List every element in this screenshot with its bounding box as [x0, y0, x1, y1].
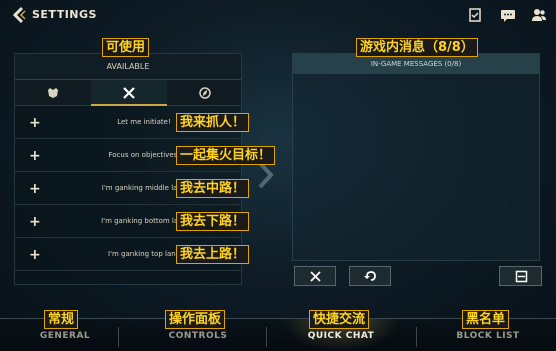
- nav-annotation: 快捷交流: [309, 310, 370, 329]
- nav-annotation: 操作面板: [165, 310, 226, 329]
- undo-button[interactable]: [349, 266, 391, 286]
- nav-divider: [118, 327, 119, 347]
- friends-icon[interactable]: [531, 7, 547, 23]
- row-annotation: 一起集火目标！: [176, 146, 276, 165]
- plus-icon[interactable]: +: [29, 148, 41, 164]
- plus-icon[interactable]: +: [29, 115, 41, 131]
- tab-quick-chat[interactable]: QUICK CHAT: [306, 331, 376, 341]
- tab-controls[interactable]: CONTROLS: [166, 331, 230, 341]
- plus-icon[interactable]: +: [29, 181, 41, 197]
- back-arrow-icon[interactable]: [10, 6, 28, 24]
- checklist-icon[interactable]: [467, 7, 483, 23]
- remove-button[interactable]: [294, 266, 336, 286]
- save-button[interactable]: [499, 266, 542, 286]
- nav-divider: [416, 327, 417, 347]
- tab-defense[interactable]: [15, 80, 91, 106]
- messages-title: IN-GAME MESSAGES (0/8): [370, 60, 462, 68]
- category-tabs: [15, 80, 241, 106]
- tab-general[interactable]: GENERAL: [38, 331, 92, 341]
- helmet-icon: [48, 88, 58, 98]
- crossed-swords-icon: [123, 87, 135, 99]
- tab-strategy[interactable]: [167, 80, 243, 106]
- tab-attack[interactable]: [91, 80, 167, 106]
- row-annotation: 我来抓人！: [176, 113, 250, 132]
- nav-annotation: 黑名单: [462, 310, 510, 329]
- undo-icon: [364, 271, 376, 281]
- row-annotation: 我去上路！: [176, 245, 250, 264]
- page-title: SETTINGS: [32, 8, 97, 21]
- row-annotation: 我去中路！: [176, 179, 250, 198]
- close-icon: [310, 271, 321, 282]
- nav-divider: [266, 327, 267, 347]
- in-game-messages-panel: IN-GAME MESSAGES (0/8): [292, 53, 540, 261]
- row-annotation: 我去下路！: [176, 212, 250, 231]
- available-header: AVAILABLE: [15, 54, 241, 80]
- save-icon: [515, 270, 528, 283]
- chat-icon[interactable]: [500, 7, 516, 23]
- nav-annotation: 常规: [44, 310, 79, 329]
- messages-annotation: 游戏内消息（8/8）: [356, 38, 478, 57]
- plus-icon[interactable]: +: [29, 214, 41, 230]
- available-title: AVAILABLE: [106, 62, 150, 71]
- messages-header: IN-GAME MESSAGES (0/8): [293, 54, 539, 74]
- top-bar: SETTINGS: [0, 0, 556, 30]
- plus-icon[interactable]: +: [29, 247, 41, 263]
- compass-icon: [199, 87, 211, 99]
- tab-block-list[interactable]: BLOCK LIST: [455, 331, 521, 341]
- available-annotation: 可使用: [102, 38, 150, 57]
